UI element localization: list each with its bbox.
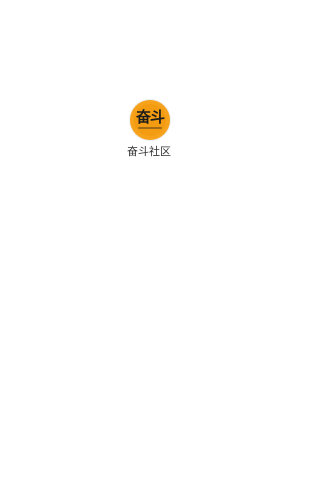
- logo-tagline-mark: [138, 127, 162, 129]
- app-name: 奋斗社区: [127, 145, 171, 158]
- app-logo: 奋斗: [130, 100, 170, 140]
- logo-text: 奋斗: [135, 108, 165, 126]
- splash-screen: 奋斗 奋斗社区: [0, 0, 298, 500]
